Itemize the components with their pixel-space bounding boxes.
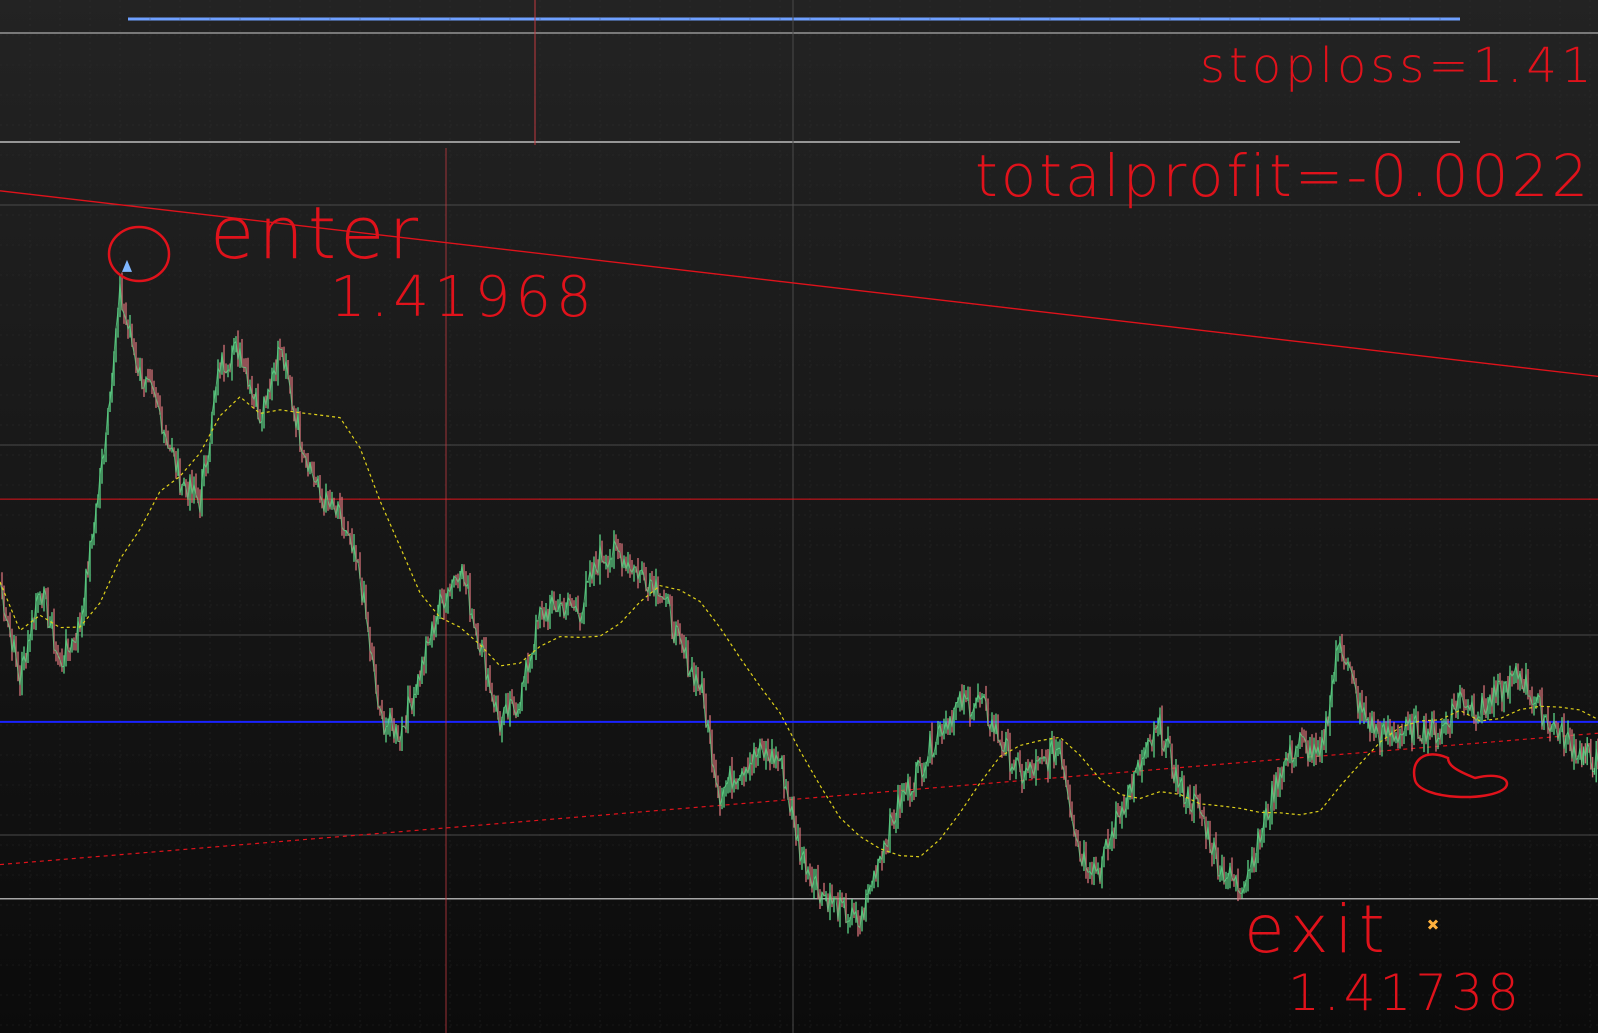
exit-price-annotation: 1.41738	[1288, 964, 1523, 1022]
exit-annotation: exit	[1244, 891, 1391, 968]
enter-price-annotation: 1.41968	[330, 265, 597, 330]
stoploss-annotation: stoploss=1.41747	[1200, 38, 1598, 94]
price-chart-svg[interactable]: stoploss=1.41747 totalprofit=-0.0022 ent…	[0, 0, 1598, 1033]
total-profit-annotation: totalprofit=-0.0022	[975, 142, 1591, 210]
price-chart[interactable]: stoploss=1.41747 totalprofit=-0.0022 ent…	[0, 0, 1598, 1033]
enter-annotation: enter	[210, 191, 422, 275]
